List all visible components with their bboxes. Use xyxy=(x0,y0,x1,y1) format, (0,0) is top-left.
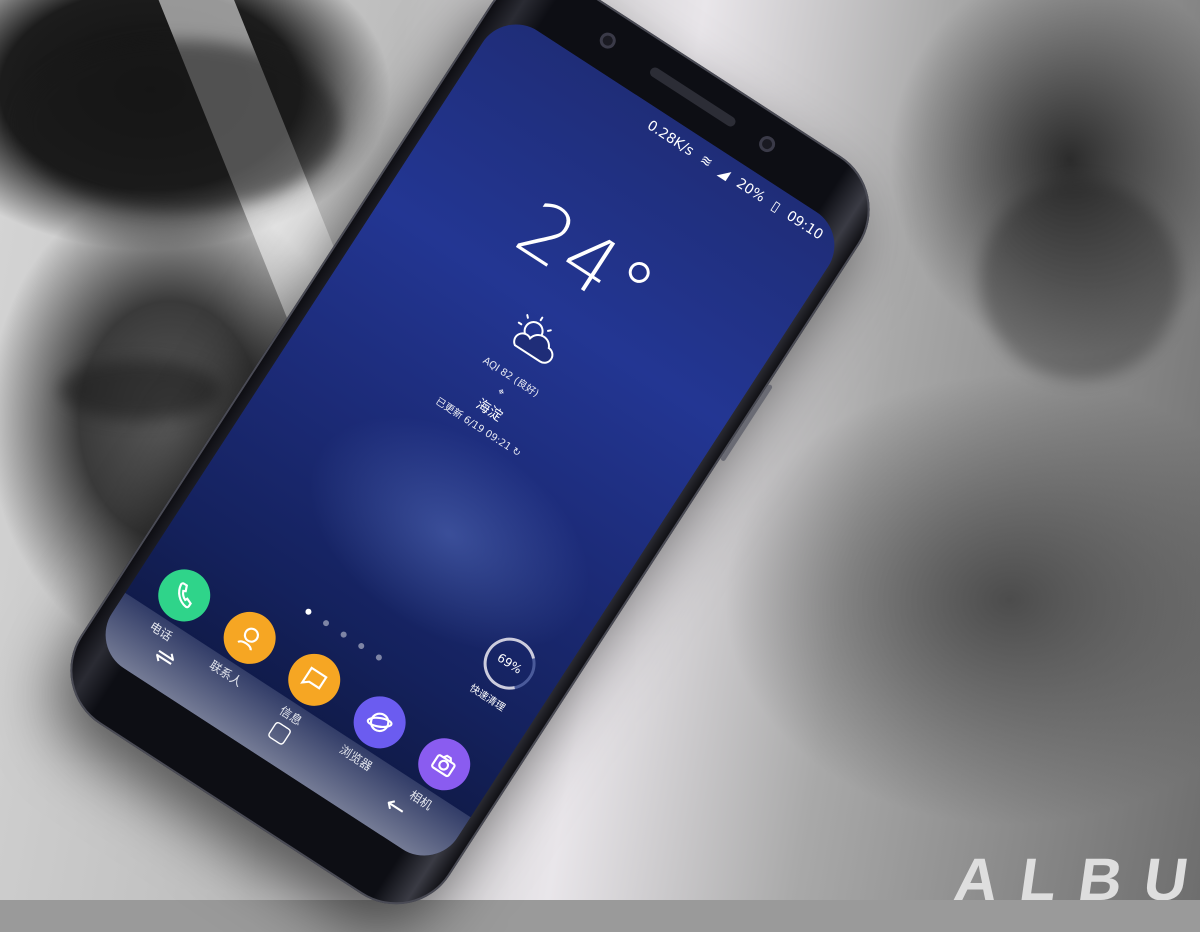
page-dot xyxy=(304,607,313,616)
battery-icon: ▯ xyxy=(768,198,784,216)
front-camera xyxy=(596,29,619,52)
page-dot xyxy=(357,641,366,651)
magazine-letters: ALBU xyxy=(950,846,1200,900)
figure-shadow xyxy=(980,180,1180,380)
refresh-icon[interactable]: ↻ xyxy=(509,446,522,460)
face-shadow xyxy=(60,360,220,420)
status-bar: 0.28K/s ≋ ◢ 20% ▯ 09:10 xyxy=(639,114,826,244)
partly-cloudy-icon xyxy=(513,314,554,364)
hair-shadow xyxy=(20,40,340,210)
iris-sensor xyxy=(756,133,779,156)
back-icon[interactable]: ← xyxy=(363,779,429,835)
status-time: 09:10 xyxy=(783,207,826,244)
page-dot xyxy=(321,618,331,628)
network-speed: 0.28K/s xyxy=(644,117,697,160)
page-dot xyxy=(374,653,384,662)
recents-icon[interactable]: ⇌ xyxy=(132,629,198,685)
signal-icon: ◢ xyxy=(715,163,734,184)
battery-percent: 20% xyxy=(733,175,768,206)
page-dot xyxy=(339,630,348,639)
wifi-icon: ≋ xyxy=(696,151,716,172)
home-icon[interactable]: ▢ xyxy=(248,704,314,760)
